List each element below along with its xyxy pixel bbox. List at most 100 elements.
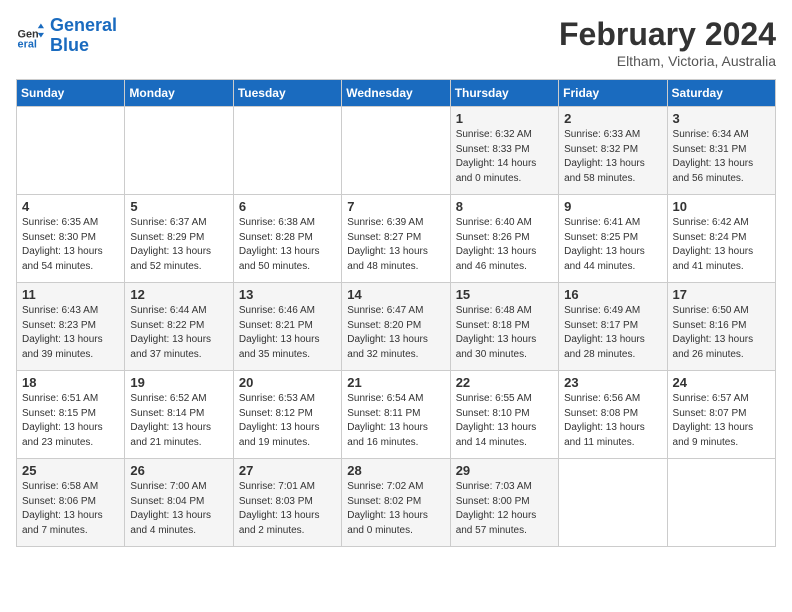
sunrise-text: Sunrise: 6:47 AM — [347, 305, 423, 316]
calendar-day-cell: 13Sunrise: 6:46 AMSunset: 8:21 PMDayligh… — [233, 283, 341, 371]
day-number: 22 — [456, 375, 553, 390]
sunset-text: Sunset: 8:12 PM — [239, 408, 313, 419]
calendar-header-cell: Thursday — [450, 80, 558, 107]
calendar-day-cell: 15Sunrise: 6:48 AMSunset: 8:18 PMDayligh… — [450, 283, 558, 371]
day-info: Sunrise: 6:58 AMSunset: 8:06 PMDaylight:… — [22, 480, 119, 538]
daylight-text: Daylight: 13 hours and 46 minutes. — [456, 246, 537, 272]
month-title: February 2024 — [559, 16, 776, 53]
daylight-text: Daylight: 13 hours and 44 minutes. — [564, 246, 645, 272]
calendar-day-cell — [559, 459, 667, 547]
daylight-text: Daylight: 13 hours and 52 minutes. — [130, 246, 211, 272]
daylight-text: Daylight: 13 hours and 23 minutes. — [22, 422, 103, 448]
sunrise-text: Sunrise: 6:57 AM — [673, 393, 749, 404]
daylight-text: Daylight: 13 hours and 32 minutes. — [347, 334, 428, 360]
day-info: Sunrise: 6:40 AMSunset: 8:26 PMDaylight:… — [456, 216, 553, 274]
day-info: Sunrise: 7:01 AMSunset: 8:03 PMDaylight:… — [239, 480, 336, 538]
day-number: 26 — [130, 463, 227, 478]
calendar-day-cell: 4 Sunrise: 6:35 AMSunset: 8:30 PMDaylight… — [17, 195, 125, 283]
sunrise-text: Sunrise: 6:50 AM — [673, 305, 749, 316]
daylight-text: Daylight: 13 hours and 37 minutes. — [130, 334, 211, 360]
day-info: Sunrise: 6:49 AMSunset: 8:17 PMDaylight:… — [564, 304, 661, 362]
sunset-text: Sunset: 8:08 PM — [564, 408, 638, 419]
calendar-header-cell: Saturday — [667, 80, 775, 107]
day-info: Sunrise: 6:52 AMSunset: 8:14 PMDaylight:… — [130, 392, 227, 450]
daylight-text: Daylight: 12 hours and 57 minutes. — [456, 510, 537, 536]
sunrise-text: Sunrise: 6:42 AM — [673, 217, 749, 228]
daylight-text: Daylight: 13 hours and 35 minutes. — [239, 334, 320, 360]
day-info: Sunrise: 6:41 AM Sunset: 8:25 PM Daylight:… — [564, 216, 661, 274]
daylight-text: Daylight: 13 hours and 16 minutes. — [347, 422, 428, 448]
day-number: 10 — [673, 199, 770, 214]
sunset-text: Sunset: 8:29 PM — [130, 232, 204, 243]
day-number: 4 — [22, 199, 119, 214]
sunset-text: Sunset: 8:04 PM — [130, 496, 204, 507]
sunrise-text: Sunrise: 6:32 AM — [456, 129, 532, 140]
calendar-day-cell: 20 Sunrise: 6:53 AMSunset: 8:12 PMDayligh… — [233, 371, 341, 459]
calendar-day-cell: 23Sunrise: 6:56 AMSunset: 8:08 PMDayligh… — [559, 371, 667, 459]
day-number: 7 — [347, 199, 444, 214]
daylight-text: Daylight: 13 hours and 56 minutes. — [673, 158, 754, 184]
calendar-day-cell: 11Sunrise: 6:43 AMSunset: 8:23 PMDayligh… — [17, 283, 125, 371]
day-number: 24 — [673, 375, 770, 390]
daylight-text: Daylight: 13 hours and 7 minutes. — [22, 510, 103, 536]
day-info: Sunrise: 6:56 AM Sunset: 8:08 PM Daylight:… — [564, 392, 661, 450]
calendar-day-cell: 7Sunrise: 6:39 AMSunset: 8:27 PMDaylight… — [342, 195, 450, 283]
sunrise-text: Sunrise: 6:55 AM — [456, 393, 532, 404]
daylight-text: Daylight: 13 hours and 19 minutes. — [239, 422, 320, 448]
calendar-day-cell — [125, 107, 233, 195]
daylight-text: Daylight: 13 hours and 21 minutes. — [130, 422, 211, 448]
sunset-text: Sunset: 8:28 PM — [239, 232, 313, 243]
day-info: Sunrise: 6:53 AMSunset: 8:12 PMDaylight:… — [239, 392, 336, 450]
calendar-week-row: 11Sunrise: 6:43 AMSunset: 8:23 PMDayligh… — [17, 283, 776, 371]
daylight-text: Daylight: 13 hours and 41 minutes. — [673, 246, 754, 272]
day-number: 16 — [564, 287, 661, 302]
sunrise-text: Sunrise: 6:56 AM — [564, 393, 640, 404]
day-info: Sunrise: 6:47 AMSunset: 8:20 PMDaylight:… — [347, 304, 444, 362]
daylight-text: Daylight: 13 hours and 26 minutes. — [673, 334, 754, 360]
day-number: 20 — [239, 375, 336, 390]
day-number: 28 — [347, 463, 444, 478]
logo-text: General Blue — [50, 16, 117, 56]
day-info: Sunrise: 6:33 AMSunset: 8:32 PMDaylight:… — [564, 128, 661, 186]
daylight-text: Daylight: 13 hours and 11 minutes. — [564, 422, 645, 448]
sunrise-text: Sunrise: 6:33 AM — [564, 129, 640, 140]
calendar-day-cell: 2 Sunrise: 6:33 AMSunset: 8:32 PMDaylight… — [559, 107, 667, 195]
day-info: Sunrise: 7:02 AMSunset: 8:02 PMDaylight:… — [347, 480, 444, 538]
sunset-text: Sunset: 8:00 PM — [456, 496, 530, 507]
sunset-text: Sunset: 8:25 PM — [564, 232, 638, 243]
day-number: 2 — [564, 111, 661, 126]
calendar-day-cell: 18Sunrise: 6:51 AMSunset: 8:15 PMDayligh… — [17, 371, 125, 459]
sunrise-text: Sunrise: 6:54 AM — [347, 393, 423, 404]
day-info: Sunrise: 6:55 AMSunset: 8:10 PMDaylight:… — [456, 392, 553, 450]
day-info: Sunrise: 6:57 AMSunset: 8:07 PMDaylight:… — [673, 392, 770, 450]
calendar-week-row: 1Sunrise: 6:32 AMSunset: 8:33 PMDaylight… — [17, 107, 776, 195]
calendar-header-cell: Sunday — [17, 80, 125, 107]
sunrise-text: Sunrise: 6:41 AM — [564, 217, 640, 228]
sunset-text: Sunset: 8:22 PM — [130, 320, 204, 331]
calendar-day-cell: 22 Sunrise: 6:55 AMSunset: 8:10 PMDayligh… — [450, 371, 558, 459]
sunrise-text: Sunrise: 6:58 AM — [22, 481, 98, 492]
calendar-day-cell: 3Sunrise: 6:34 AMSunset: 8:31 PMDaylight… — [667, 107, 775, 195]
day-info: Sunrise: 6:50 AMSunset: 8:16 PMDaylight:… — [673, 304, 770, 362]
sunset-text: Sunset: 8:21 PM — [239, 320, 313, 331]
daylight-text: Daylight: 13 hours and 50 minutes. — [239, 246, 320, 272]
sunrise-text: Sunrise: 6:48 AM — [456, 305, 532, 316]
day-number: 25 — [22, 463, 119, 478]
day-info: Sunrise: 6:35 AMSunset: 8:30 PMDaylight:… — [22, 216, 119, 274]
calendar-day-cell: 17Sunrise: 6:50 AMSunset: 8:16 PMDayligh… — [667, 283, 775, 371]
sunrise-text: Sunrise: 7:03 AM — [456, 481, 532, 492]
sunrise-text: Sunrise: 6:51 AM — [22, 393, 98, 404]
sunrise-text: Sunrise: 6:38 AM — [239, 217, 315, 228]
sunrise-text: Sunrise: 6:35 AM — [22, 217, 98, 228]
sunset-text: Sunset: 8:02 PM — [347, 496, 421, 507]
calendar-day-cell: 1Sunrise: 6:32 AMSunset: 8:33 PMDaylight… — [450, 107, 558, 195]
calendar-day-cell — [17, 107, 125, 195]
sunrise-text: Sunrise: 6:37 AM — [130, 217, 206, 228]
calendar-day-cell — [342, 107, 450, 195]
daylight-text: Daylight: 13 hours and 58 minutes. — [564, 158, 645, 184]
sunrise-text: Sunrise: 6:49 AM — [564, 305, 640, 316]
daylight-text: Daylight: 13 hours and 2 minutes. — [239, 510, 320, 536]
sunset-text: Sunset: 8:26 PM — [456, 232, 530, 243]
day-info: Sunrise: 6:38 AM Sunset: 8:28 PM Daylight:… — [239, 216, 336, 274]
day-info: Sunrise: 6:32 AMSunset: 8:33 PMDaylight:… — [456, 128, 553, 186]
